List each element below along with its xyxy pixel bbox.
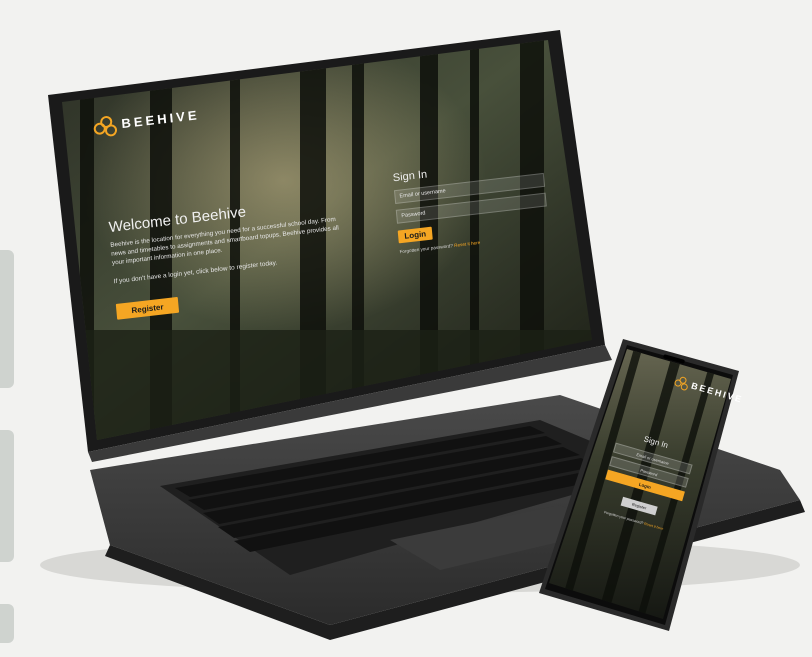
brand-name: BEEHIVE [120, 106, 201, 131]
phone-mockup: BEEHIVE Sign In Email or username Passwo… [535, 335, 744, 635]
reset-password-link[interactable]: Reset it here [454, 240, 480, 248]
phone-brand-logo: BEEHIVE [673, 375, 744, 406]
phone-reset-password-link[interactable]: Reset it here [644, 522, 664, 531]
beehive-logo-icon [93, 115, 118, 137]
phone-brand-name: BEEHIVE [690, 380, 745, 405]
register-button[interactable]: Register [115, 296, 180, 320]
phone-signin-title: Sign In [642, 434, 670, 450]
brand-logo: BEEHIVE [93, 105, 201, 137]
forgot-password-text: Forgotten your password? Reset it here [399, 240, 481, 255]
signin-title: Sign In [392, 168, 428, 185]
beehive-logo-icon [673, 375, 690, 392]
phone-register-button[interactable]: Register [620, 496, 658, 516]
login-button[interactable]: Login [397, 226, 433, 244]
